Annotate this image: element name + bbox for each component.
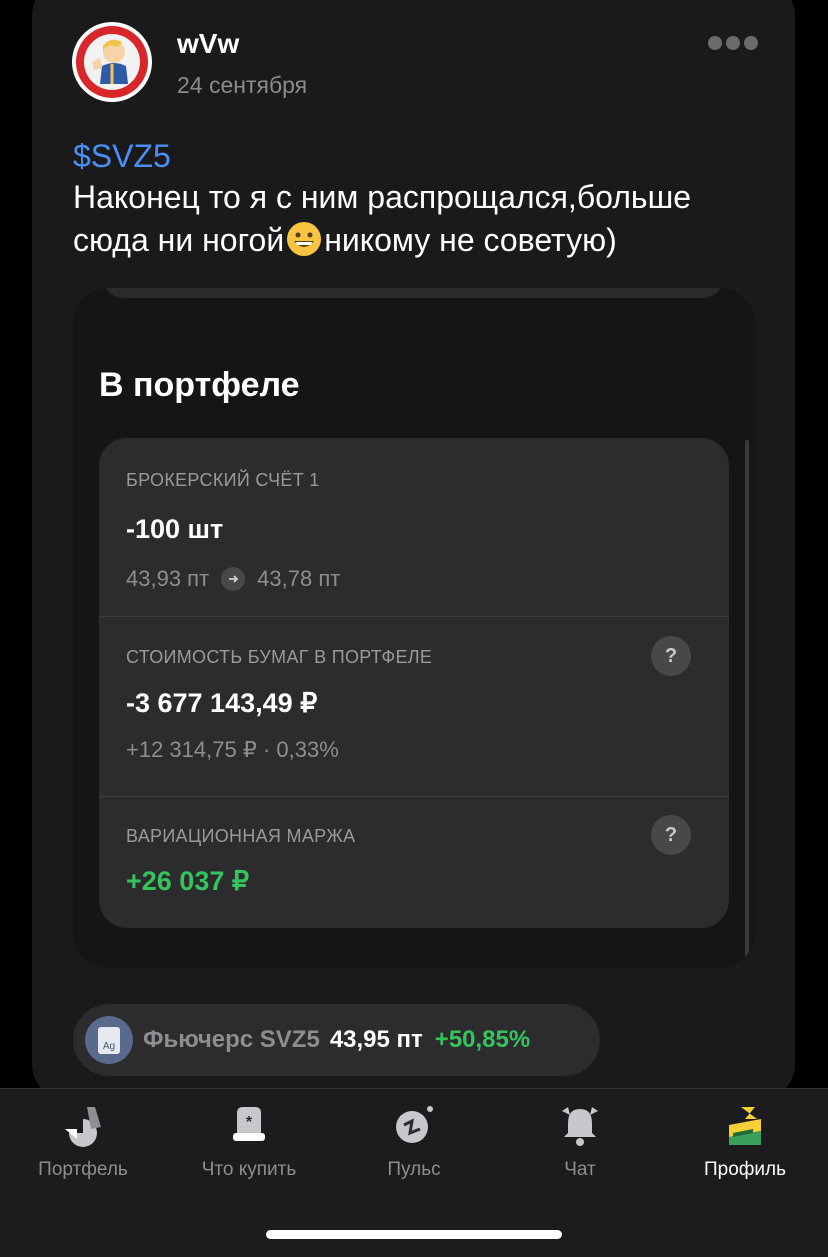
value-label: СТОИМОСТЬ БУМАГ В ПОРТФЕЛЕ <box>126 647 433 667</box>
futures-icon: Ag <box>85 1016 133 1064</box>
avatar-vault-boy-icon <box>76 26 148 98</box>
ticker-link[interactable]: $SVZ5 <box>73 138 171 175</box>
profile-icon <box>729 1107 761 1145</box>
post-author-name[interactable]: wVw <box>177 28 239 60</box>
portfolio-title: В портфеле <box>99 366 300 404</box>
pulse-icon <box>396 1106 433 1143</box>
post-date: 24 сентября <box>177 72 308 98</box>
post-text-part-2: никому не советую) <box>324 222 617 258</box>
account-label: БРОКЕРСКИЙ СЧЁТ 1 <box>126 470 320 490</box>
arrow-right-icon <box>221 567 246 591</box>
author-avatar[interactable] <box>72 22 152 102</box>
position-quantity: -100 шт <box>126 514 224 544</box>
value-change: +12 314,75 ₽ · 0,33% <box>126 737 339 762</box>
bell-chat-icon <box>562 1107 598 1146</box>
price-change-line: 43,93 пт 43,78 пт <box>126 566 340 592</box>
tab-chat[interactable]: Чат <box>497 1103 663 1181</box>
portfolio-value: -3 677 143,49 ₽ <box>126 688 318 718</box>
tab-pulse[interactable]: Пульс <box>331 1103 497 1181</box>
tab-profile[interactable]: Профиль <box>662 1103 828 1181</box>
price-to: 43,78 пт <box>257 566 341 591</box>
portfolio-screenshot: В портфеле БРОКЕРСКИЙ СЧЁТ 1 -100 шт 43,… <box>73 288 755 968</box>
margin-help-button[interactable]: ? <box>651 815 691 855</box>
instrument-name: Фьючерс SVZ5 <box>143 1026 320 1053</box>
position-card: БРОКЕРСКИЙ СЧЁТ 1 -100 шт 43,93 пт 43,78… <box>99 438 729 928</box>
home-indicator[interactable] <box>266 1230 562 1239</box>
svg-text:*: * <box>246 1114 253 1131</box>
margin-value: +26 037 ₽ <box>126 866 250 896</box>
margin-label: ВАРИАЦИОННАЯ МАРЖА <box>126 826 356 846</box>
post-text: Наконец то я с ним распрощался,больше сю… <box>73 176 763 268</box>
instrument-chip[interactable]: Ag Фьючерс SVZ5 43,95 пт +50,85% <box>73 1004 600 1076</box>
tab-portfolio[interactable]: Портфель <box>0 1103 166 1181</box>
grinning-face-emoji-icon <box>286 221 322 268</box>
instrument-change: +50,85% <box>434 1026 531 1053</box>
divider <box>99 796 729 797</box>
value-help-button[interactable]: ? <box>651 636 691 676</box>
scrollbar <box>745 440 749 960</box>
what-to-buy-icon: * <box>233 1107 265 1141</box>
more-options-icon[interactable] <box>708 36 758 50</box>
tab-what-to-buy[interactable]: * Что купить <box>166 1103 332 1181</box>
divider <box>99 616 729 617</box>
screenshot-top-edge <box>103 288 723 298</box>
portfolio-icon <box>65 1107 101 1147</box>
instrument-price: 43,95 пт <box>329 1026 423 1053</box>
price-from: 43,93 пт <box>126 566 210 591</box>
